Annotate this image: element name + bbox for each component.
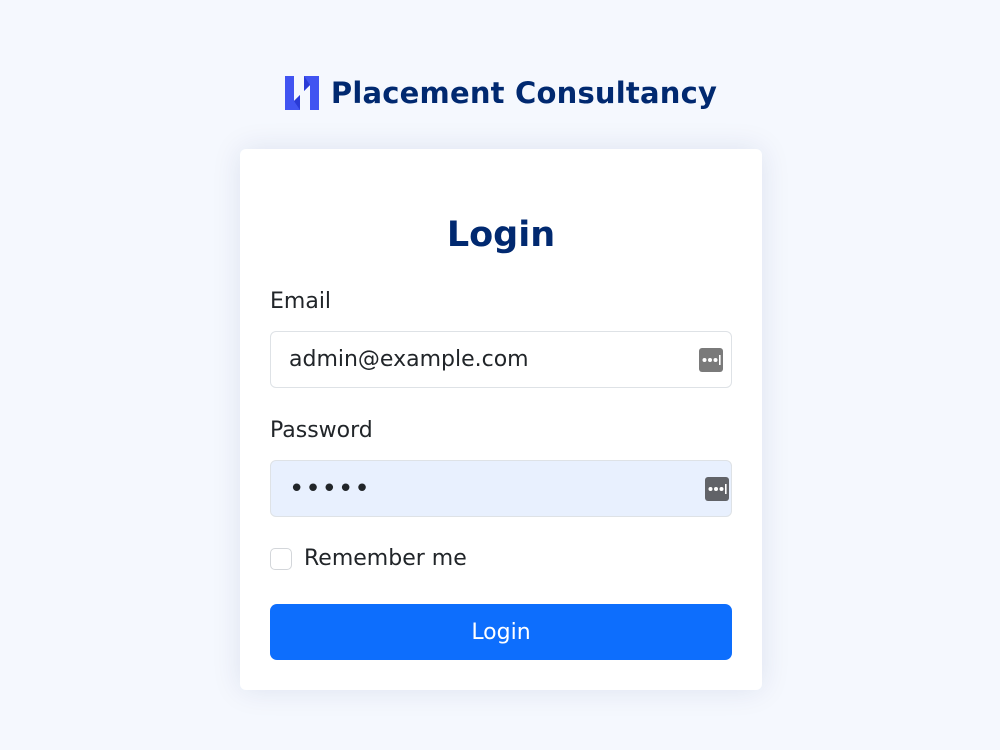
password-field[interactable] [271, 461, 731, 516]
password-manager-icon[interactable] [705, 477, 729, 501]
email-label: Email [270, 289, 332, 314]
login-card: Login Email Password [240, 149, 762, 690]
brand-header[interactable]: Placement Consultancy [0, 72, 1000, 114]
brand-name: Placement Consultancy [330, 76, 718, 110]
login-button[interactable]: Login [270, 604, 732, 660]
remember-me[interactable]: Remember me [270, 546, 467, 572]
email-field-wrapper [270, 331, 732, 388]
password-manager-icon[interactable] [699, 348, 723, 372]
brand-logo-icon [284, 76, 319, 110]
password-label: Password [270, 418, 373, 443]
remember-me-checkbox[interactable] [270, 548, 292, 570]
remember-me-label[interactable]: Remember me [304, 546, 467, 572]
email-field[interactable] [271, 332, 731, 387]
password-field-wrapper [270, 460, 732, 517]
login-title: Login [446, 215, 556, 255]
login-page: Placement Consultancy Login Email Passwo… [0, 0, 1000, 750]
